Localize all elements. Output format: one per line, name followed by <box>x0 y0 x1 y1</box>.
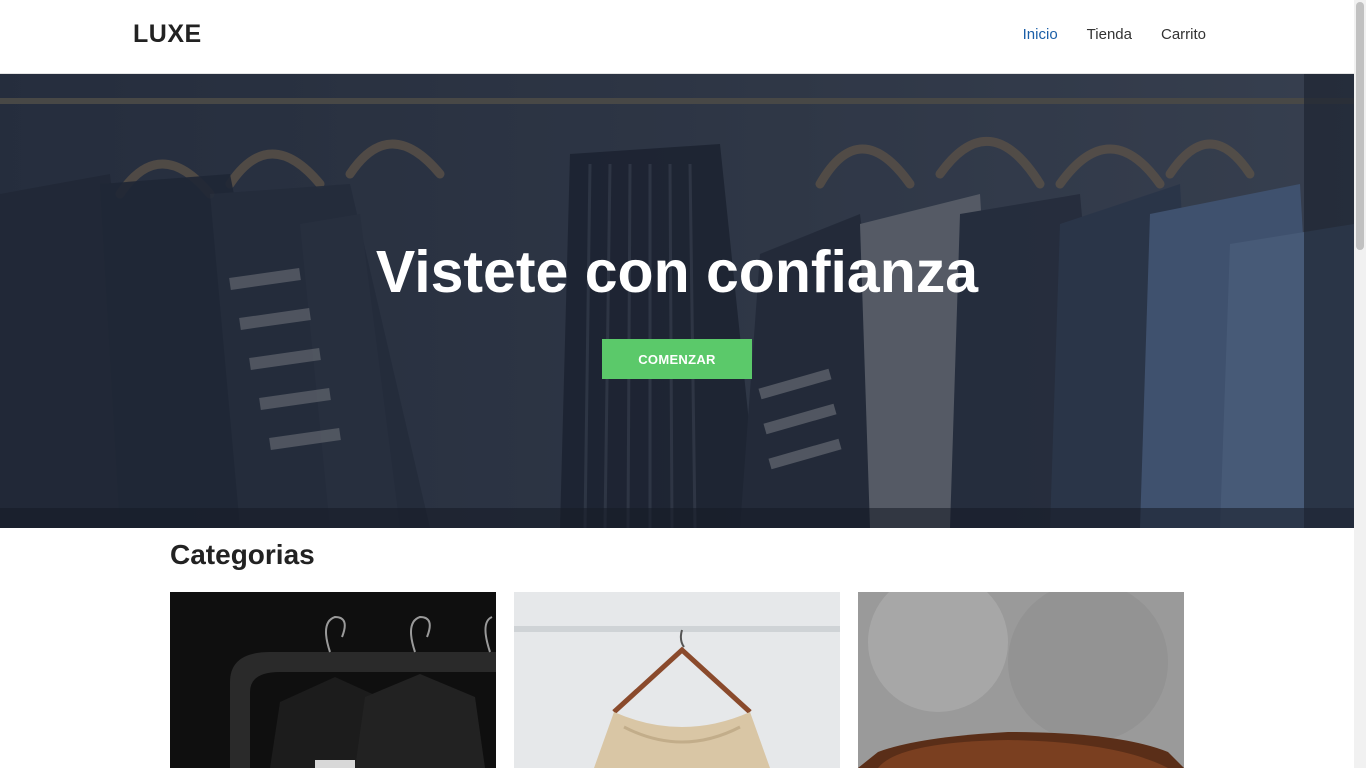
main-nav: Inicio Tienda Carrito <box>1023 26 1206 43</box>
nav-link-tienda[interactable]: Tienda <box>1087 26 1132 43</box>
nav-link-inicio[interactable]: Inicio <box>1023 26 1058 43</box>
brand-logo[interactable]: LUXE <box>133 20 202 49</box>
hero-banner: Vistete con confianza COMENZAR <box>0 74 1354 528</box>
site-header: LUXE Inicio Tienda Carrito <box>0 0 1354 74</box>
nav-link-carrito[interactable]: Carrito <box>1161 26 1206 43</box>
category-card-3[interactable] <box>858 592 1184 768</box>
category-image-brown-leather <box>858 592 1184 768</box>
category-card-1[interactable] <box>170 592 496 768</box>
page-scrollbar[interactable] <box>1354 0 1366 768</box>
scrollbar-thumb[interactable] <box>1356 2 1364 250</box>
hero-title: Vistete con confianza <box>375 239 979 305</box>
categories-grid <box>170 592 1184 768</box>
categories-heading: Categorias <box>170 539 315 570</box>
comenzar-button[interactable]: COMENZAR <box>602 339 752 379</box>
category-card-2[interactable] <box>514 592 840 768</box>
category-image-black-shirts <box>170 592 496 768</box>
category-image-knit-top <box>514 592 840 768</box>
